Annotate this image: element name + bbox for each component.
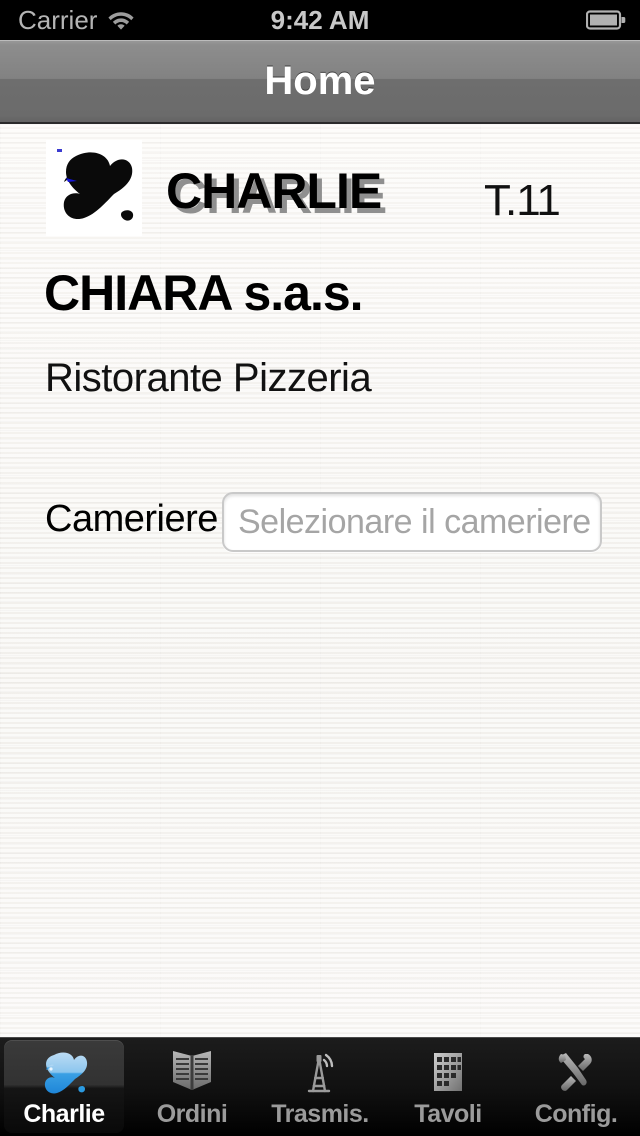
table-number-badge: T.11 (484, 176, 561, 225)
battery-icon (586, 10, 626, 30)
status-bar-right (586, 0, 626, 40)
charlie-blob-icon (35, 1046, 93, 1098)
tab-tavoli[interactable]: Tavoli (384, 1038, 512, 1136)
building-grid-icon (419, 1046, 477, 1098)
page-title: Home (264, 59, 376, 103)
tools-icon (547, 1046, 605, 1098)
tab-bar: Charlie Ordini Trasmis. Tavoli Config. (0, 1037, 640, 1136)
antenna-tower-icon (291, 1046, 349, 1098)
brand-subtitle: Ristorante Pizzeria (45, 356, 372, 400)
waiter-label: Cameriere (45, 498, 218, 540)
brand-name-line1: CHARLIE (166, 163, 382, 219)
tab-label-config: Config. (534, 1100, 618, 1128)
open-book-icon (163, 1046, 221, 1098)
tab-trasmis[interactable]: Trasmis. (256, 1038, 384, 1136)
restaurant-logo (46, 140, 142, 236)
navigation-bar: Home (0, 40, 640, 124)
tab-label-trasmis: Trasmis. (271, 1100, 369, 1128)
charlie-logo-black-icon (46, 140, 142, 236)
app-screen: Carrier 9:42 AM Home CHARLIE T.11 CHIARA… (0, 0, 640, 1136)
waiter-input-placeholder: Selezionare il cameriere (238, 502, 591, 541)
status-bar-time: 9:42 AM (270, 5, 370, 35)
tab-label-charlie: Charlie (23, 1100, 105, 1128)
waiter-select-input[interactable]: Selezionare il cameriere (222, 492, 602, 552)
main-content: CHARLIE T.11 CHIARA s.a.s. Ristorante Pi… (0, 124, 640, 1037)
tab-charlie[interactable]: Charlie (0, 1038, 128, 1136)
tab-label-ordini: Ordini (156, 1100, 228, 1128)
tab-label-tavoli: Tavoli (414, 1100, 482, 1128)
brand-name-line2: CHIARA s.a.s. (44, 265, 364, 321)
waiter-form-row: Cameriere Selezionare il cameriere (0, 492, 640, 556)
tab-ordini[interactable]: Ordini (128, 1038, 256, 1136)
status-bar: Carrier 9:42 AM (0, 0, 640, 40)
tab-config[interactable]: Config. (512, 1038, 640, 1136)
